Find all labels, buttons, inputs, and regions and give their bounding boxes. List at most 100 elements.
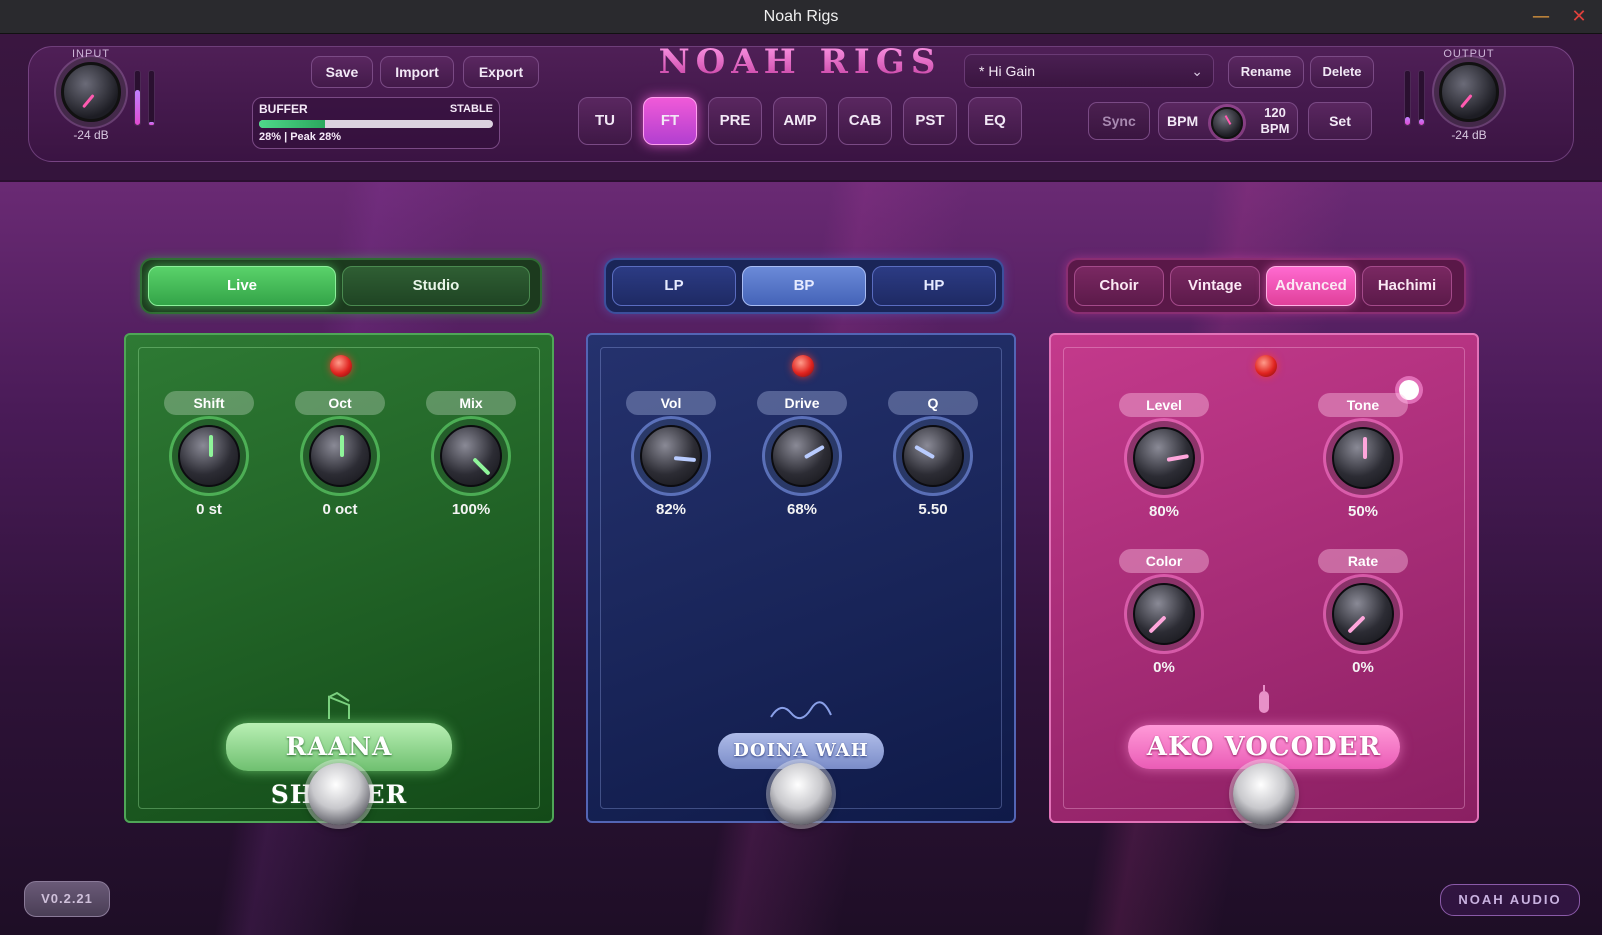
mode-bp-button[interactable]: BP bbox=[742, 266, 866, 306]
preset-selected-value: * Hi Gain bbox=[979, 63, 1036, 79]
mix-label: Mix bbox=[426, 391, 516, 415]
export-button[interactable]: Export bbox=[463, 56, 539, 88]
q-value: 5.50 bbox=[918, 501, 948, 518]
buffer-peak-text: 28% | Peak 28% bbox=[259, 131, 341, 143]
bpm-label: BPM bbox=[1167, 113, 1199, 129]
save-button[interactable]: Save bbox=[311, 56, 373, 88]
footswitch[interactable] bbox=[1233, 763, 1295, 825]
tab-tu[interactable]: TU bbox=[578, 97, 632, 145]
raana-shifter-pedal: Shift 0 st Oct 0 oct Mix 100% RAANA SHIF… bbox=[124, 333, 554, 825]
mode-advanced-button[interactable]: Advanced bbox=[1266, 266, 1356, 306]
input-gain-knob[interactable] bbox=[61, 62, 121, 122]
rename-button[interactable]: Rename bbox=[1228, 56, 1304, 88]
mode-vintage-button[interactable]: Vintage bbox=[1170, 266, 1260, 306]
preset-select[interactable]: * Hi Gain ⌄ bbox=[964, 54, 1214, 88]
shift-control: Shift 0 st bbox=[159, 391, 259, 518]
output-gain-knob[interactable] bbox=[1439, 62, 1499, 122]
output-label: OUTPUT bbox=[1443, 48, 1495, 60]
rate-control: Rate 0% bbox=[1313, 549, 1413, 676]
rate-knob[interactable] bbox=[1332, 583, 1394, 645]
minimize-button[interactable]: — bbox=[1528, 5, 1554, 29]
output-section: OUTPUT -24 dB bbox=[1428, 48, 1510, 142]
sync-button[interactable]: Sync bbox=[1088, 102, 1150, 140]
output-value: -24 dB bbox=[1451, 128, 1487, 142]
output-meter-right bbox=[1418, 70, 1425, 126]
input-meter-right bbox=[148, 70, 155, 126]
buffer-status: STABLE bbox=[449, 103, 493, 115]
drive-label: Drive bbox=[757, 391, 847, 415]
tone-knob[interactable] bbox=[1332, 427, 1394, 489]
tab-pre[interactable]: PRE bbox=[708, 97, 762, 145]
mode-choir-button[interactable]: Choir bbox=[1074, 266, 1164, 306]
vocoder-mode-group: Choir Vintage Advanced Hachimi bbox=[1066, 258, 1466, 314]
tab-ft[interactable]: FT bbox=[643, 97, 697, 145]
tone-value: 50% bbox=[1347, 503, 1379, 520]
import-button[interactable]: Import bbox=[380, 56, 454, 88]
tab-cab[interactable]: CAB bbox=[838, 97, 892, 145]
header: INPUT -24 dB Save Import Export BUFFER S… bbox=[0, 34, 1602, 182]
buffer-bar bbox=[259, 120, 493, 128]
mix-value: 100% bbox=[451, 501, 491, 518]
bpm-control: BPM 120 BPM bbox=[1158, 102, 1298, 140]
doina-wah-pedal: Vol 82% Drive 68% Q 5.50 DOINA WAH bbox=[586, 333, 1016, 825]
drive-knob[interactable] bbox=[771, 425, 833, 487]
app-logo: NOAH RIGS bbox=[640, 42, 960, 82]
input-meter bbox=[134, 70, 141, 126]
oct-label: Oct bbox=[295, 391, 385, 415]
oct-control: Oct 0 oct bbox=[290, 391, 390, 518]
color-value: 0% bbox=[1153, 659, 1175, 676]
drive-value: 68% bbox=[786, 501, 818, 518]
shift-value: 0 st bbox=[196, 501, 222, 518]
mix-control: Mix 100% bbox=[421, 391, 521, 518]
tab-eq[interactable]: EQ bbox=[968, 97, 1022, 145]
bpm-number: 120 bbox=[1264, 105, 1286, 120]
bpm-knob[interactable] bbox=[1211, 107, 1243, 139]
mode-lp-button[interactable]: LP bbox=[612, 266, 736, 306]
set-button[interactable]: Set bbox=[1308, 102, 1372, 140]
mode-hp-button[interactable]: HP bbox=[872, 266, 996, 306]
shifter-mode-group: Live Studio bbox=[140, 258, 542, 314]
mix-knob[interactable] bbox=[440, 425, 502, 487]
level-control: Level 80% bbox=[1114, 393, 1214, 520]
color-control: Color 0% bbox=[1114, 549, 1214, 676]
input-section: INPUT -24 dB bbox=[50, 48, 132, 142]
mode-studio-button[interactable]: Studio bbox=[342, 266, 530, 306]
bpm-unit: BPM bbox=[1260, 121, 1290, 136]
close-button[interactable]: ✕ bbox=[1566, 5, 1592, 29]
microphone-icon bbox=[1259, 685, 1269, 713]
mode-live-button[interactable]: Live bbox=[148, 266, 336, 306]
color-label: Color bbox=[1119, 549, 1209, 573]
q-label: Q bbox=[888, 391, 978, 415]
footswitch[interactable] bbox=[770, 763, 832, 825]
level-knob[interactable] bbox=[1133, 427, 1195, 489]
shift-knob[interactable] bbox=[178, 425, 240, 487]
color-knob[interactable] bbox=[1133, 583, 1195, 645]
rate-value: 0% bbox=[1352, 659, 1374, 676]
vol-control: Vol 82% bbox=[621, 391, 721, 518]
mode-hachimi-button[interactable]: Hachimi bbox=[1362, 266, 1452, 306]
drive-control: Drive 68% bbox=[752, 391, 852, 518]
vol-value: 82% bbox=[655, 501, 687, 518]
footswitch[interactable] bbox=[308, 763, 370, 825]
oct-value: 0 oct bbox=[322, 501, 358, 518]
bpm-value: 120 BPM bbox=[1255, 105, 1295, 137]
vol-knob[interactable] bbox=[640, 425, 702, 487]
rate-label: Rate bbox=[1318, 549, 1408, 573]
wah-mode-group: LP BP HP bbox=[604, 258, 1004, 314]
brand-badge[interactable]: NOAH AUDIO bbox=[1440, 884, 1580, 916]
shift-label: Shift bbox=[164, 391, 254, 415]
version-badge: V0.2.21 bbox=[24, 881, 110, 917]
tone-control: Tone 50% bbox=[1313, 393, 1413, 520]
tab-amp[interactable]: AMP bbox=[773, 97, 827, 145]
buffer-label: BUFFER bbox=[259, 102, 308, 116]
delete-button[interactable]: Delete bbox=[1310, 56, 1374, 88]
ako-vocoder-pedal: Level 80% Tone 50% Color 0% Rate 0% AKO … bbox=[1049, 333, 1479, 825]
chevron-down-icon: ⌄ bbox=[1191, 63, 1203, 79]
pedal-led bbox=[330, 355, 352, 377]
q-knob[interactable] bbox=[902, 425, 964, 487]
tab-pst[interactable]: PST bbox=[903, 97, 957, 145]
wave-icon bbox=[770, 701, 832, 720]
q-control: Q 5.50 bbox=[883, 391, 983, 518]
pedal-led bbox=[792, 355, 814, 377]
oct-knob[interactable] bbox=[309, 425, 371, 487]
